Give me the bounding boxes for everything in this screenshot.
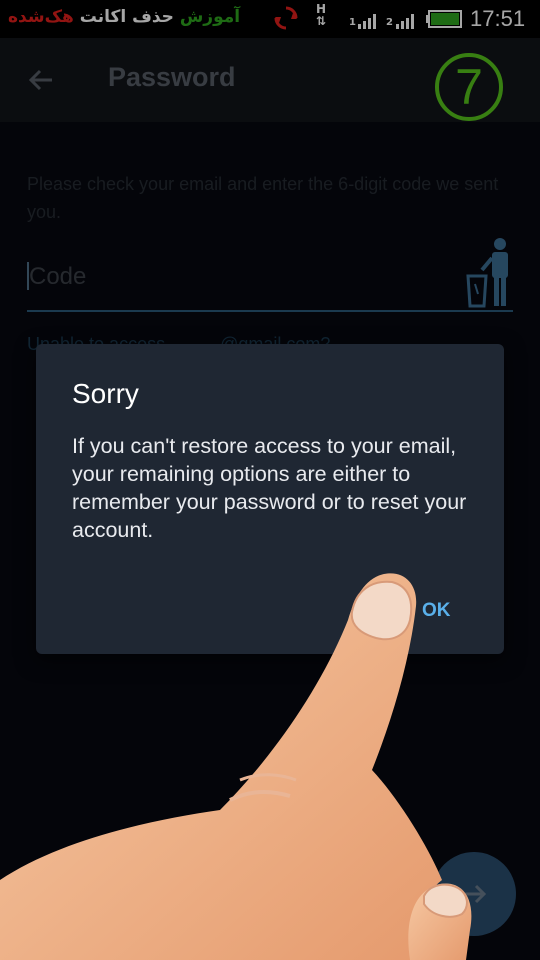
pointing-hand-illustration [0,573,472,960]
dialog-title: Sorry [72,378,139,409]
dialog-message: If you can't restore access to your emai… [72,434,467,542]
